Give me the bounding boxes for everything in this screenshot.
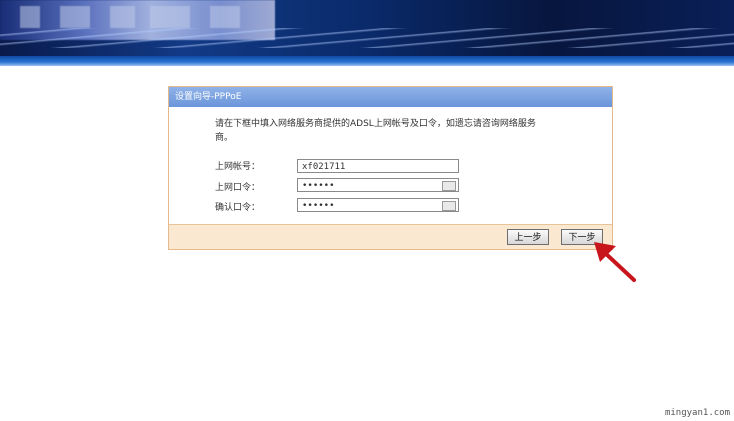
watermark-text: mingyan1.com — [664, 408, 730, 418]
dialog-body: 请在下框中填入网络服务商提供的ADSL上网帐号及口令，如遗忘请咨询网络服务商。 … — [169, 107, 612, 225]
keyboard-icon[interactable] — [442, 181, 456, 191]
password-label: 上网口令： — [215, 183, 261, 193]
account-input[interactable]: xf021711 — [297, 159, 459, 173]
red-arrow-icon — [594, 242, 636, 282]
confirm-password-input[interactable]: •••••• — [297, 198, 459, 212]
keyboard-icon[interactable] — [442, 201, 456, 211]
confirm-password-value: •••••• — [302, 201, 335, 211]
instruction-text: 请在下框中填入网络服务商提供的ADSL上网帐号及口令，如遗忘请咨询网络服务商。 — [215, 119, 536, 143]
confirm-password-label: 确认口令： — [215, 203, 261, 213]
setup-wizard-dialog: 设置向导-PPPoE 请在下框中填入网络服务商提供的ADSL上网帐号及口令，如遗… — [168, 86, 613, 250]
account-label: 上网帐号： — [215, 162, 261, 172]
dialog-title: 设置向导-PPPoE — [169, 87, 612, 107]
prev-button[interactable]: 上一步 — [507, 229, 549, 245]
password-value: •••••• — [302, 181, 335, 191]
dialog-footer: 上一步 下一步 — [169, 224, 612, 249]
password-input[interactable]: •••••• — [297, 178, 459, 192]
banner-stripes — [0, 28, 734, 48]
banner-underline — [0, 56, 734, 66]
header-banner — [0, 0, 734, 56]
